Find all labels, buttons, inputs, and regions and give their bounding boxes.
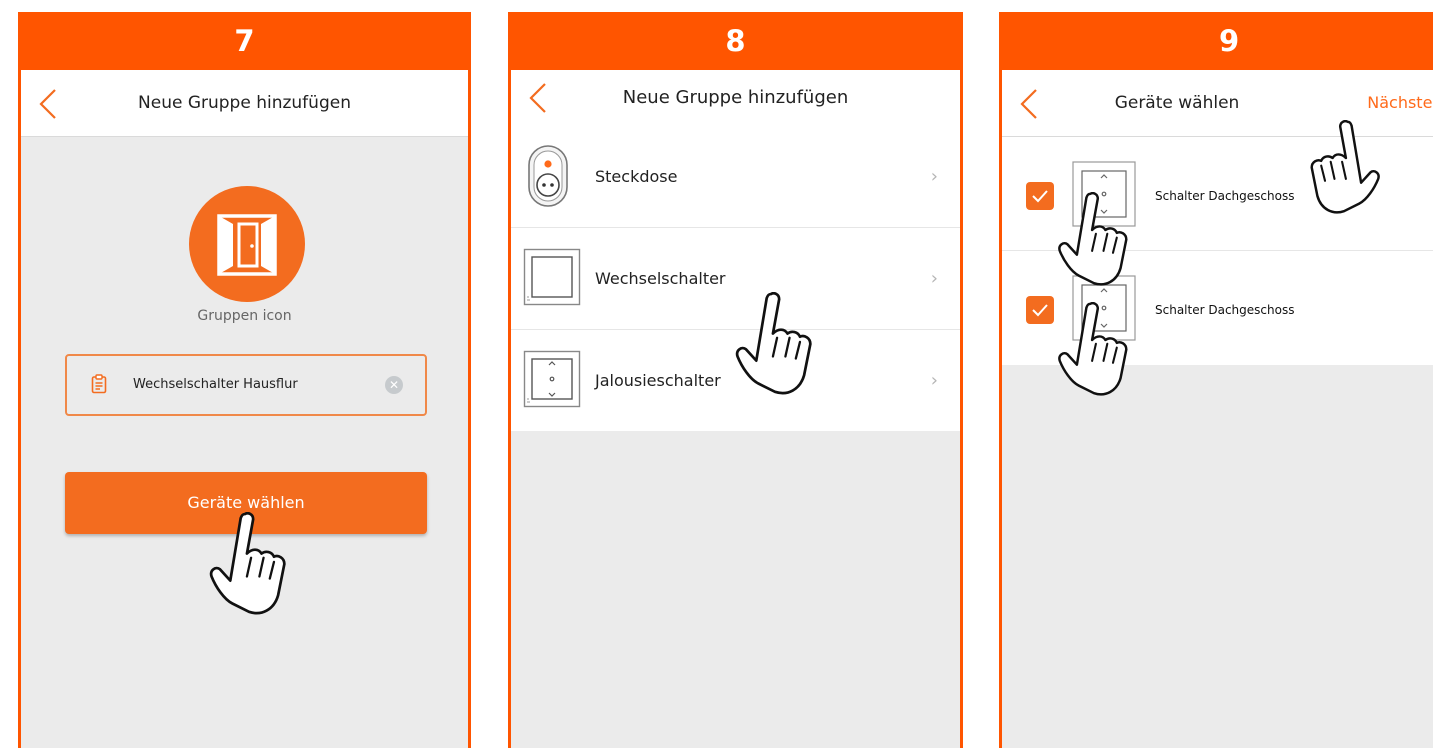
page-title: Neue Gruppe hinzufügen xyxy=(138,93,351,113)
step8-screen: 8 Neue Gruppe hinzufügen Steckdose › Wec… xyxy=(508,12,963,748)
socket-icon xyxy=(528,145,568,207)
list-item-label: Jalousieschalter xyxy=(595,371,721,390)
door-icon xyxy=(217,214,277,276)
page-title: Geräte wählen xyxy=(1114,93,1240,113)
clipboard-icon xyxy=(91,374,107,394)
step9-screen: 9 Geräte wählen Nächster Schalter Dachge… xyxy=(999,12,1433,748)
blind-switch-icon xyxy=(1072,161,1136,227)
chevron-right-icon: › xyxy=(930,268,938,289)
step-number: 8 xyxy=(511,12,960,70)
step7-screen: 7 Neue Gruppe hinzufügen Gruppen icon We… xyxy=(18,12,471,748)
checkmark-icon xyxy=(1032,190,1048,203)
step-number: 9 xyxy=(1002,12,1433,70)
navigation-bar: Neue Gruppe hinzufügen xyxy=(511,70,960,126)
chevron-right-icon: › xyxy=(930,370,938,391)
list-item[interactable]: Schalter Dachgeschoss xyxy=(1002,251,1433,365)
list-item-steckdose[interactable]: Steckdose › xyxy=(511,126,960,228)
device-name: Schalter Dachgeschoss xyxy=(1155,189,1295,203)
list-item-label: Steckdose xyxy=(595,167,678,186)
checkmark-icon xyxy=(1032,304,1048,317)
group-icon-label: Gruppen icon xyxy=(197,308,292,324)
navigation-bar: Geräte wählen Nächster xyxy=(1002,70,1433,137)
list-item-label: Wechselschalter xyxy=(595,269,726,288)
group-icon-picker[interactable] xyxy=(189,186,305,302)
toggle-switch-icon xyxy=(523,248,581,306)
checkbox[interactable] xyxy=(1026,182,1054,210)
list-item-jalousieschalter[interactable]: Jalousieschalter › xyxy=(511,330,960,431)
clear-icon[interactable]: ✕ xyxy=(385,376,403,394)
list-item[interactable]: Schalter Dachgeschoss xyxy=(1002,137,1433,251)
navigation-bar: Neue Gruppe hinzufügen xyxy=(21,70,468,137)
device-type-list: Steckdose › Wechselschalter › Jalousiesc… xyxy=(511,126,960,431)
group-name-value: Wechselschalter Hausflur xyxy=(133,377,298,392)
device-name: Schalter Dachgeschoss xyxy=(1155,303,1295,317)
blind-switch-icon xyxy=(1072,275,1136,341)
list-item-wechselschalter[interactable]: Wechselschalter › xyxy=(511,228,960,330)
group-name-input[interactable]: Wechselschalter Hausflur ✕ xyxy=(65,354,427,416)
checkbox[interactable] xyxy=(1026,296,1054,324)
step-number: 7 xyxy=(21,12,468,70)
page-title: Neue Gruppe hinzufügen xyxy=(622,87,849,108)
chevron-right-icon: › xyxy=(930,166,938,187)
back-button[interactable] xyxy=(1018,88,1040,120)
select-devices-button[interactable]: Geräte wählen xyxy=(65,472,427,534)
chevron-left-icon xyxy=(1020,89,1037,119)
next-button[interactable]: Nächster xyxy=(1367,70,1433,136)
blind-switch-icon xyxy=(523,350,581,408)
device-list: Schalter Dachgeschoss Schalter Dachgesch… xyxy=(1002,137,1433,365)
